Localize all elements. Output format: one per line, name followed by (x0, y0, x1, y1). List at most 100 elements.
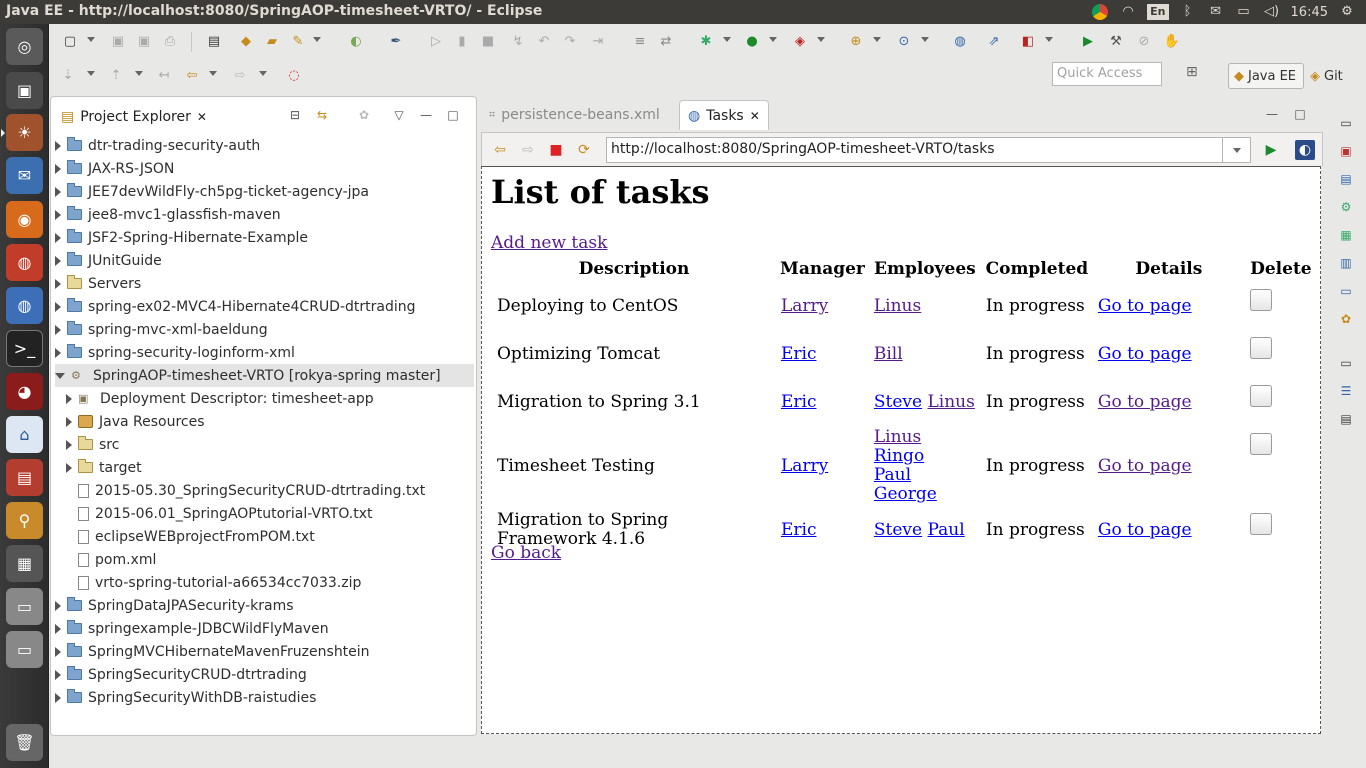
new-server-icon[interactable]: ⊕ (847, 32, 865, 50)
properties-view-icon[interactable]: ▤ (1337, 170, 1355, 188)
restore-icon-2[interactable]: ▭ (1337, 354, 1355, 372)
close-icon[interactable]: ✕ (750, 109, 760, 123)
manager-link[interactable]: Larry (781, 456, 828, 476)
web-browser-icon[interactable]: ⇗ (985, 32, 1003, 50)
tree-item[interactable]: eclipseWEBprojectFromPOM.txt (55, 525, 474, 548)
servers-view-icon[interactable]: ▣ (1337, 142, 1355, 160)
run-icon[interactable]: ● (743, 32, 761, 50)
disabled-icon-4[interactable]: ↯ (509, 32, 527, 50)
tree-item[interactable]: JEE7devWildFly-ch5pg-ticket-agency-jpa (55, 180, 474, 203)
restore-icon[interactable]: ▭ (1337, 114, 1355, 132)
employee-link[interactable]: Linus (874, 296, 921, 316)
pin-icon[interactable]: ✒ (387, 32, 405, 50)
new-class-icon[interactable]: ⊙ (895, 32, 913, 50)
prev-annotation-icon[interactable]: ⇡ (107, 66, 125, 84)
manager-link[interactable]: Larry (781, 296, 828, 316)
chevron-down-icon[interactable] (873, 37, 881, 42)
tree-item[interactable]: 2015-05.30_SpringSecurityCRUD-dtrtrading… (55, 479, 474, 502)
tree-item[interactable]: src (55, 433, 474, 456)
format-icon[interactable]: ⇄ (657, 32, 675, 50)
details-link[interactable]: Go to page (1098, 296, 1192, 316)
new-icon[interactable]: ▢ (61, 32, 79, 50)
disabled-icon-1[interactable]: ▷ (427, 32, 445, 50)
minimize-icon[interactable]: — (418, 107, 434, 123)
details-link[interactable]: Go to page (1098, 520, 1192, 540)
tree-item[interactable]: vrto-spring-tutorial-a66534cc7033.zip (55, 571, 474, 594)
firefox-icon[interactable]: ◉ (6, 201, 43, 238)
tree-item[interactable]: JUnitGuide (55, 249, 474, 272)
tree-item[interactable]: pom.xml (55, 548, 474, 571)
go-icon[interactable]: ▶ (1261, 140, 1281, 160)
files-icon[interactable]: ▤ (6, 459, 43, 496)
chevron-down-icon[interactable] (769, 37, 777, 42)
url-dropdown[interactable] (1223, 137, 1251, 163)
perspective-javaee-button[interactable]: ◆ Java EE (1228, 63, 1304, 89)
chromium-icon[interactable]: ◍ (6, 287, 43, 324)
link-with-editor-icon[interactable]: ⇆ (314, 107, 330, 123)
disabled-icon-2[interactable]: ▮ (453, 32, 471, 50)
gear-icon[interactable]: ⚙ (1338, 4, 1356, 20)
tree-item[interactable]: spring-security-loginform-xml (55, 341, 474, 364)
chevron-down-icon[interactable] (817, 37, 825, 42)
keyboard-layout-indicator[interactable]: En (1147, 4, 1169, 20)
tree-item[interactable]: spring-mvc-xml-baeldung (55, 318, 474, 341)
url-input[interactable]: http://localhost:8080/SpringAOP-timeshee… (606, 137, 1223, 163)
chrome-tray-icon[interactable] (1091, 4, 1109, 20)
last-edit-icon[interactable]: ↤ (155, 66, 173, 84)
chevron-down-icon[interactable] (313, 37, 321, 42)
spinner-icon[interactable]: ◌ (285, 66, 303, 84)
delete-button[interactable] (1249, 289, 1272, 311)
employee-link[interactable]: Steve (874, 392, 922, 412)
play-icon[interactable]: ▶ (1079, 32, 1097, 50)
dash-icon[interactable]: ◎ (6, 28, 43, 65)
tree-item[interactable]: Servers (55, 272, 474, 295)
outline-icon[interactable]: ☰ (1337, 382, 1355, 400)
chrome-icon[interactable]: ◍ (6, 244, 43, 281)
tab-project-explorer[interactable]: ▤ Project Explorer ✕ (55, 104, 215, 130)
open-folder-icon[interactable]: ▰ (263, 32, 281, 50)
manager-link[interactable]: Eric (781, 344, 817, 364)
bluetooth-icon[interactable]: ᛒ (1179, 4, 1197, 20)
binary-icon[interactable]: ▤ (205, 32, 223, 50)
tab-tasks[interactable]: ◍ Tasks ✕ (679, 100, 769, 130)
minimize-icon[interactable]: — (1264, 106, 1280, 122)
go-back-link[interactable]: Go back (491, 543, 561, 563)
tree-item[interactable]: spring-ex02-MVC4-Hibernate4CRUD-dtrtradi… (55, 295, 474, 318)
stop-icon[interactable]: ⊘ (1135, 32, 1153, 50)
stop-icon[interactable]: ■ (546, 140, 566, 160)
tree-item[interactable]: SpringSecurityCRUD-dtrtrading (55, 663, 474, 686)
workbench-icon[interactable]: ⌂ (6, 416, 43, 453)
disabled-icon-3[interactable]: ■ (479, 32, 497, 50)
manager-link[interactable]: Eric (781, 520, 817, 540)
manager-link[interactable]: Eric (781, 392, 817, 412)
search-icon[interactable]: ⚲ (6, 502, 43, 539)
tab-persistence-beans[interactable]: ⌗ persistence-beans.xml (481, 100, 668, 130)
eclipse-browser-icon[interactable]: ◐ (1295, 140, 1315, 160)
tree-item[interactable]: JSF2-Spring-Hibernate-Example (55, 226, 474, 249)
chevron-down-icon[interactable] (87, 71, 95, 76)
save-icon[interactable]: ▣ (109, 32, 127, 50)
tree-item[interactable]: target (55, 456, 474, 479)
chevron-down-icon[interactable] (921, 37, 929, 42)
maximize-icon[interactable]: □ (1292, 106, 1308, 122)
employee-link[interactable]: Paul (927, 520, 964, 540)
delete-button[interactable] (1249, 337, 1272, 359)
open-task-icon[interactable]: ◐ (347, 32, 365, 50)
back-icon[interactable]: ⇦ (183, 66, 201, 84)
tree-item[interactable]: Java Resources (55, 410, 474, 433)
employee-link[interactable]: George (874, 484, 937, 504)
eclipse-icon[interactable]: ☀ (1, 114, 43, 151)
chevron-down-icon[interactable] (259, 71, 267, 76)
mail-icon[interactable]: ✉ (1207, 4, 1225, 20)
employee-link[interactable]: Linus (927, 392, 974, 412)
terminal-icon[interactable]: >_ (6, 330, 43, 367)
tree-item[interactable]: dtr-trading-security-auth (55, 134, 474, 157)
build-icon[interactable]: ⚒ (1107, 32, 1125, 50)
clock[interactable]: 16:45 (1291, 5, 1328, 20)
focus-icon[interactable]: ✿ (356, 107, 372, 123)
forward-icon[interactable]: ⇨ (518, 140, 538, 160)
delete-button[interactable] (1249, 513, 1272, 535)
employee-link[interactable]: Paul (874, 465, 911, 485)
delete-button[interactable] (1249, 433, 1272, 455)
add-new-task-link[interactable]: Add new task (491, 233, 607, 253)
